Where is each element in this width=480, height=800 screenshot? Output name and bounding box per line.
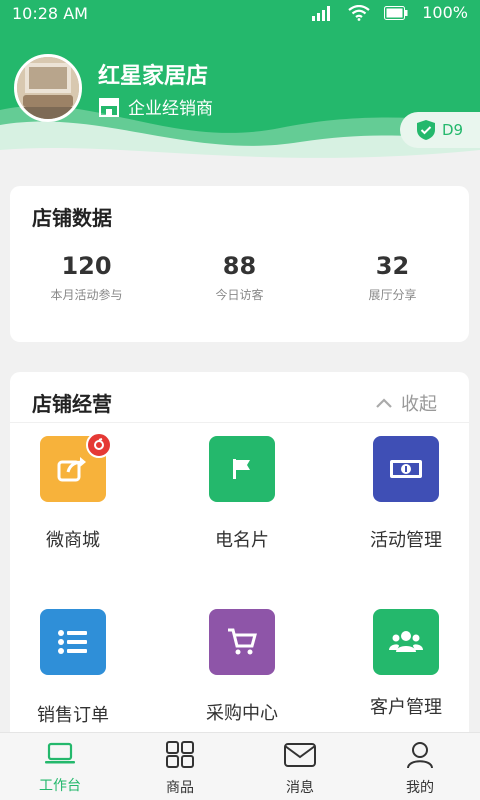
op-customer-management[interactable]: 客户管理 xyxy=(341,609,471,719)
laptop-icon xyxy=(45,742,75,764)
wifi-icon xyxy=(348,4,370,21)
store-type: 企业经销商 xyxy=(98,94,213,119)
op-label: 活动管理 xyxy=(370,530,442,551)
flag-icon xyxy=(209,436,275,502)
share-icon xyxy=(40,432,112,502)
stat-label: 今日访客 xyxy=(215,288,264,302)
op-micro-mall[interactable]: 微商城 xyxy=(8,432,138,552)
store-data-title: 店铺数据 xyxy=(32,206,112,230)
store-data-card: 店铺数据 120 本月活动参与 88 今日访客 32 展厅分享 xyxy=(10,186,469,342)
store-photo-image xyxy=(17,57,79,119)
stat-showroom-shares[interactable]: 32 展厅分享 xyxy=(316,252,469,303)
op-label: 客户管理 xyxy=(370,697,442,718)
divider xyxy=(10,422,469,423)
op-label: 采购中心 xyxy=(206,703,278,724)
mail-icon xyxy=(284,743,316,767)
shield-check-icon xyxy=(417,120,435,140)
store-type-label: 企业经销商 xyxy=(128,99,213,119)
stat-label: 展厅分享 xyxy=(368,288,417,302)
op-label: 电名片 xyxy=(215,530,269,551)
battery-percent: 100% xyxy=(422,3,468,22)
tab-mine[interactable]: 我的 xyxy=(360,741,480,797)
list-icon xyxy=(40,609,106,675)
stat-activity-participation[interactable]: 120 本月活动参与 xyxy=(10,252,163,303)
store-header: 10:28 AM 100% 红星家居店 企业经销商 D9 xyxy=(0,0,480,170)
op-label: 销售订单 xyxy=(37,705,109,726)
collapse-label: 收起 xyxy=(401,394,437,415)
tab-products[interactable]: 商品 xyxy=(120,741,240,797)
cart-icon xyxy=(209,609,275,675)
tab-label: 工作台 xyxy=(39,778,81,794)
tab-label: 消息 xyxy=(286,780,314,796)
tab-workbench[interactable]: 工作台 xyxy=(0,741,120,795)
stat-value: 88 xyxy=(222,252,257,280)
op-sales-orders[interactable]: 销售订单 xyxy=(8,609,138,727)
level-badge[interactable]: D9 xyxy=(400,112,480,148)
bottom-tab-bar: 工作台 商品 消息 我的 xyxy=(0,732,480,800)
tab-messages[interactable]: 消息 xyxy=(240,741,360,797)
tab-label: 我的 xyxy=(406,780,434,796)
people-icon xyxy=(373,609,439,675)
store-ops-card: 店铺经营 收起 微商城 电名片 活动管理 销售订单 采购中心 客户管理 xyxy=(10,372,469,752)
op-activity-management[interactable]: 活动管理 xyxy=(341,436,471,552)
stat-value: 120 xyxy=(61,252,112,280)
money-icon xyxy=(373,436,439,502)
op-e-card[interactable]: 电名片 xyxy=(177,436,307,552)
signal-icon xyxy=(312,5,331,21)
stat-value: 32 xyxy=(375,252,410,280)
status-bar: 10:28 AM 100% xyxy=(0,0,480,28)
level-badge-label: D9 xyxy=(442,121,464,139)
shop-icon xyxy=(99,97,119,117)
user-icon xyxy=(407,742,433,769)
grid-icon xyxy=(166,741,194,768)
store-name: 红星家居店 xyxy=(98,64,209,89)
tab-label: 商品 xyxy=(166,780,194,796)
battery-icon xyxy=(384,5,408,20)
store-avatar[interactable] xyxy=(14,54,82,122)
store-ops-title: 店铺经营 xyxy=(32,392,112,416)
stat-today-visitors[interactable]: 88 今日访客 xyxy=(163,252,316,303)
status-time: 10:28 AM xyxy=(12,4,88,23)
stat-label: 本月活动参与 xyxy=(50,288,123,302)
chevron-up-icon xyxy=(376,398,392,408)
collapse-button[interactable]: 收起 xyxy=(375,390,437,416)
notification-badge-icon xyxy=(86,432,112,458)
op-label: 微商城 xyxy=(46,530,100,551)
op-procurement-center[interactable]: 采购中心 xyxy=(177,609,307,725)
